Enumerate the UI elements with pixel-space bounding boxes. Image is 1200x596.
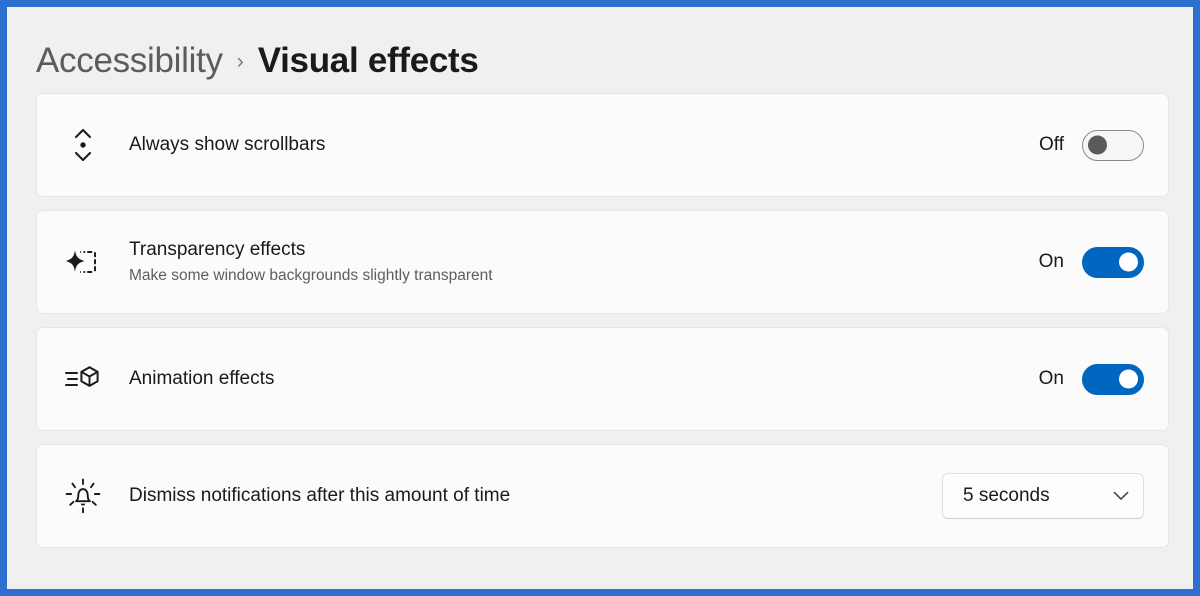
dropdown-selected-value: 5 seconds xyxy=(963,485,1050,506)
scrollbar-icon xyxy=(37,124,129,166)
chevron-right-icon: › xyxy=(236,50,244,73)
notification-bell-icon xyxy=(37,477,129,515)
setting-subtitle: Make some window backgrounds slightly tr… xyxy=(129,266,493,284)
breadcrumb: Accessibility › Visual effects xyxy=(7,7,1193,93)
setting-title: Animation effects xyxy=(129,367,275,389)
toggle-state-label: On xyxy=(1038,251,1064,272)
setting-control: Off xyxy=(1039,129,1144,161)
toggle-transparency-effects[interactable] xyxy=(1082,246,1144,278)
setting-text-block: Animation effects xyxy=(129,367,1039,392)
setting-row-animation-effects[interactable]: Animation effects On xyxy=(36,327,1169,431)
toggle-knob xyxy=(1088,135,1107,155)
setting-control: On xyxy=(1038,363,1144,395)
toggle-knob xyxy=(1119,252,1138,272)
setting-control: 5 seconds xyxy=(942,473,1144,519)
transparency-icon xyxy=(37,245,129,279)
toggle-state-label: On xyxy=(1038,368,1064,389)
setting-row-transparency-effects[interactable]: Transparency effects Make some window ba… xyxy=(36,210,1169,314)
page-title: Visual effects xyxy=(257,41,479,80)
breadcrumb-parent-accessibility[interactable]: Accessibility xyxy=(36,43,223,78)
setting-row-always-show-scrollbars[interactable]: Always show scrollbars Off xyxy=(36,93,1169,197)
toggle-animation-effects[interactable] xyxy=(1082,363,1144,395)
setting-control: On xyxy=(1038,246,1144,278)
visual-effects-page: Accessibility › Visual effects Always sh… xyxy=(7,7,1193,589)
toggle-state-label: Off xyxy=(1039,134,1064,155)
toggle-knob xyxy=(1119,369,1138,389)
animation-icon xyxy=(37,364,129,394)
setting-text-block: Always show scrollbars xyxy=(129,133,1039,158)
setting-title: Transparency effects xyxy=(129,239,306,261)
setting-title: Always show scrollbars xyxy=(129,133,326,155)
setting-title: Dismiss notifications after this amount … xyxy=(129,484,511,506)
setting-text-block: Dismiss notifications after this amount … xyxy=(129,484,942,509)
setting-row-dismiss-notifications[interactable]: Dismiss notifications after this amount … xyxy=(36,444,1169,548)
chevron-down-icon xyxy=(1113,491,1129,501)
dropdown-dismiss-notification-time[interactable]: 5 seconds xyxy=(942,473,1144,519)
settings-card-list: Always show scrollbars Off Transparency … xyxy=(7,93,1193,548)
settings-window: Accessibility › Visual effects Always sh… xyxy=(0,0,1200,596)
setting-text-block: Transparency effects Make some window ba… xyxy=(129,238,1039,286)
toggle-always-show-scrollbars[interactable] xyxy=(1082,129,1144,161)
